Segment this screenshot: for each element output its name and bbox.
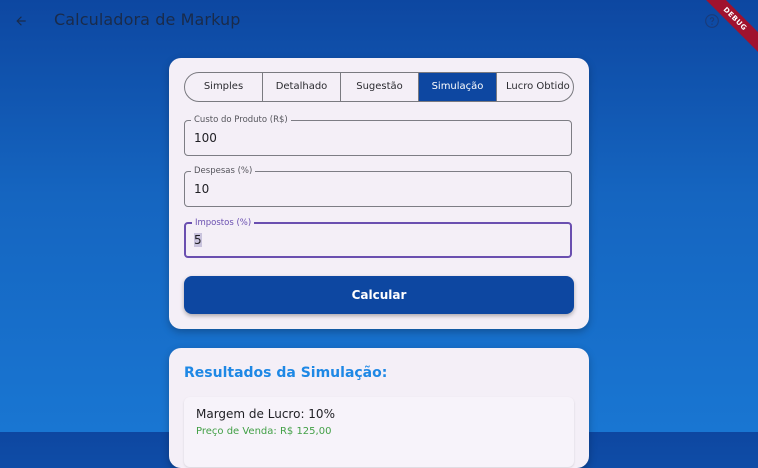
custo-produto-label: Custo do Produto (R$) — [191, 115, 291, 126]
app-bar: Calculadora de Markup DEBUG — [0, 0, 758, 56]
mode-tabs: Simples Detalhado Sugestão Simulação Luc… — [184, 72, 574, 102]
tab-simulacao[interactable]: Simulação — [419, 73, 497, 101]
tab-sugestao[interactable]: Sugestão — [341, 73, 419, 101]
tab-detalhado[interactable]: Detalhado — [263, 73, 341, 101]
arrow-left-icon — [16, 16, 26, 26]
result-margin: Margem de Lucro: 10% — [196, 407, 335, 421]
custo-produto-field[interactable]: Custo do Produto (R$) 100 — [184, 115, 572, 156]
custo-produto-value: 100 — [194, 131, 217, 145]
results-title: Resultados da Simulação: — [184, 365, 388, 381]
back-button[interactable] — [10, 10, 32, 32]
results-card: Resultados da Simulação: Margem de Lucro… — [169, 348, 589, 468]
despesas-field[interactable]: Despesas (%) 10 — [184, 166, 572, 207]
app-title: Calculadora de Markup — [54, 10, 241, 29]
calcular-button[interactable]: Calcular — [184, 276, 574, 314]
despesas-value: 10 — [194, 182, 210, 196]
calculator-card: Simples Detalhado Sugestão Simulação Luc… — [169, 58, 589, 329]
help-button[interactable] — [702, 11, 722, 31]
help-circle-icon — [705, 14, 719, 28]
tab-simples[interactable]: Simples — [185, 73, 263, 101]
despesas-label: Despesas (%) — [191, 166, 256, 177]
impostos-label: Impostos (%) — [192, 218, 255, 229]
impostos-value: 5 — [194, 233, 202, 247]
tab-lucro-obtido[interactable]: Lucro Obtido — [497, 73, 573, 101]
impostos-field[interactable]: Impostos (%) 5 — [184, 218, 572, 258]
result-item: Margem de Lucro: 10% Preço de Venda: R$ … — [184, 397, 574, 467]
